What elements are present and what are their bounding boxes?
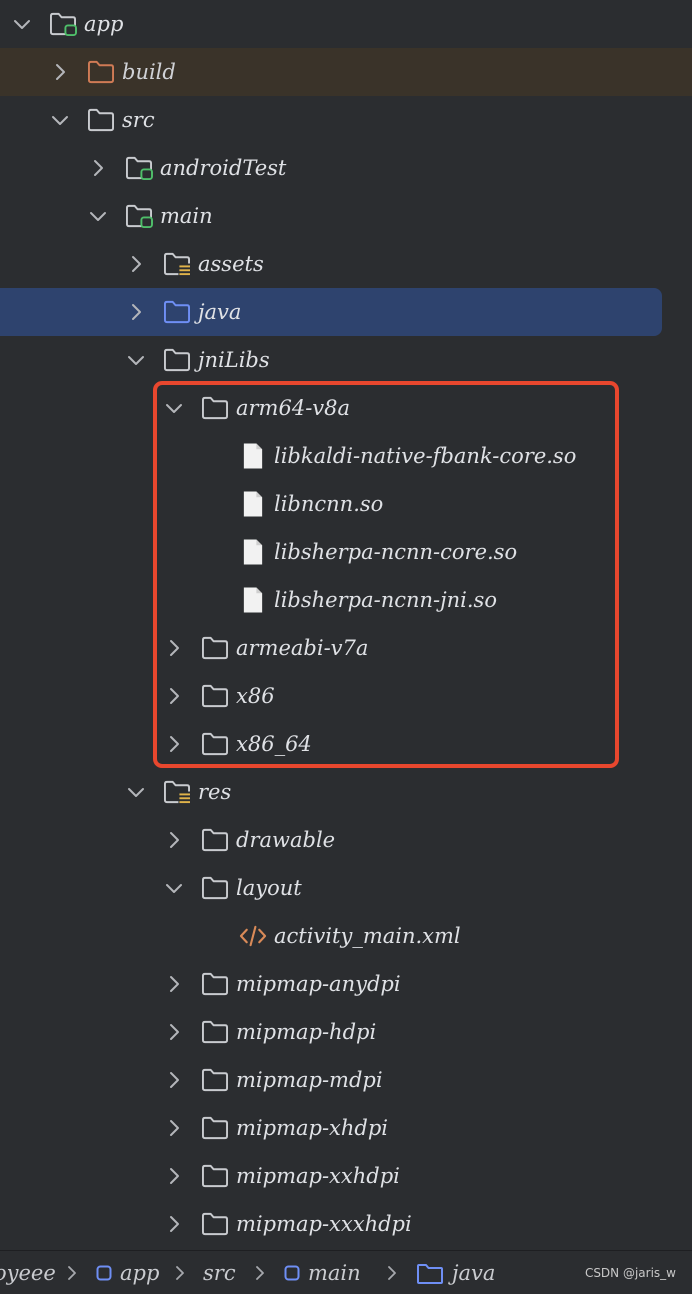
module-folder-icon xyxy=(124,155,154,181)
chevron-down-icon[interactable] xyxy=(50,110,70,130)
folder-icon xyxy=(200,1163,230,1189)
chevron-down-icon[interactable] xyxy=(12,14,32,34)
chevron-right-icon[interactable] xyxy=(164,974,184,994)
tree-item-label: res xyxy=(198,780,232,804)
tree-item-label: jniLibs xyxy=(198,348,270,372)
chevron-right-icon xyxy=(172,1265,188,1281)
source-folder-icon xyxy=(416,1263,444,1285)
tree-item-label: src xyxy=(122,108,155,132)
tree-item-label: main xyxy=(160,204,213,228)
annotation-highlight-box xyxy=(153,381,619,768)
tree-row-mipmap-mdpi[interactable]: mipmap-mdpi xyxy=(0,1056,692,1104)
chevron-right-icon[interactable] xyxy=(164,1022,184,1042)
tree-row-drawable[interactable]: drawable xyxy=(0,816,692,864)
tree-row-mipmap-xhdpi[interactable]: mipmap-xhdpi xyxy=(0,1104,692,1152)
chevron-right-icon[interactable] xyxy=(164,1166,184,1186)
tree-item-label: assets xyxy=(198,252,264,276)
tree-row-layout[interactable]: layout xyxy=(0,864,692,912)
resource-folder-icon xyxy=(162,779,192,805)
chevron-right-icon[interactable] xyxy=(164,1070,184,1090)
tree-row-src[interactable]: src xyxy=(0,96,692,144)
tree-row-res[interactable]: res xyxy=(0,768,692,816)
folder-icon xyxy=(200,827,230,853)
chevron-right-icon[interactable] xyxy=(164,1214,184,1234)
tree-row-mipmap-xxxhdpi[interactable]: mipmap-xxxhdpi xyxy=(0,1200,692,1248)
tree-item-label: build xyxy=(122,60,176,84)
tree-item-label: mipmap-xhdpi xyxy=(236,1116,389,1140)
tree-row-androidtest[interactable]: androidTest xyxy=(0,144,692,192)
tree-row-mipmap-xxhdpi[interactable]: mipmap-xxhdpi xyxy=(0,1152,692,1200)
tree-row-jnilibs[interactable]: jniLibs xyxy=(0,336,692,384)
xml-file-icon xyxy=(238,923,268,949)
tree-row-app[interactable]: app xyxy=(0,0,692,48)
module-folder-icon xyxy=(124,203,154,229)
tree-row-java[interactable]: java xyxy=(0,288,662,336)
chevron-right-icon xyxy=(384,1265,400,1281)
folder-icon xyxy=(86,107,116,133)
tree-item-label: androidTest xyxy=(160,156,287,180)
tree-item-label: mipmap-xxxhdpi xyxy=(236,1212,412,1236)
folder-icon xyxy=(162,347,192,373)
chevron-down-icon[interactable] xyxy=(164,878,184,898)
chevron-right-icon[interactable] xyxy=(50,62,70,82)
module-icon xyxy=(284,1265,300,1281)
excluded-folder-icon xyxy=(86,59,116,85)
tree-item-label: mipmap-anydpi xyxy=(236,972,401,996)
tree-row-main[interactable]: main xyxy=(0,192,692,240)
source-folder-icon xyxy=(162,299,192,325)
chevron-down-icon[interactable] xyxy=(126,350,146,370)
chevron-right-icon[interactable] xyxy=(88,158,108,178)
chevron-down-icon[interactable] xyxy=(126,782,146,802)
folder-icon xyxy=(200,1211,230,1237)
folder-icon xyxy=(200,971,230,997)
chevron-right-icon[interactable] xyxy=(164,1118,184,1138)
tree-item-label: activity_main.xml xyxy=(274,924,461,948)
tree-row-assets[interactable]: assets xyxy=(0,240,692,288)
chevron-down-icon[interactable] xyxy=(88,206,108,226)
tree-row-mipmap-hdpi[interactable]: mipmap-hdpi xyxy=(0,1008,692,1056)
tree-item-label: mipmap-mdpi xyxy=(236,1068,383,1092)
breadcrumb-item-main[interactable]: main xyxy=(308,1251,361,1294)
tree-item-label: mipmap-hdpi xyxy=(236,1020,377,1044)
module-folder-icon xyxy=(48,11,78,37)
tree-item-label: mipmap-xxhdpi xyxy=(236,1164,400,1188)
breadcrumb-item-src[interactable]: src xyxy=(203,1251,236,1294)
chevron-right-icon[interactable] xyxy=(164,830,184,850)
folder-icon xyxy=(200,1019,230,1045)
tree-row-mipmap-anydpi[interactable]: mipmap-anydpi xyxy=(0,960,692,1008)
watermark: CSDN @jaris_w xyxy=(584,1266,676,1280)
chevron-right-icon xyxy=(64,1265,80,1281)
tree-item-label: layout xyxy=(236,876,302,900)
breadcrumb-item-app[interactable]: app xyxy=(120,1251,159,1294)
module-icon xyxy=(96,1265,112,1281)
tree-item-label: java xyxy=(198,300,242,324)
tree-item-label: app xyxy=(84,12,124,36)
breadcrumb-item-project[interactable]: oyeee xyxy=(0,1251,56,1294)
chevron-right-icon[interactable] xyxy=(126,254,146,274)
breadcrumb-item-java[interactable]: java xyxy=(452,1251,495,1294)
folder-icon xyxy=(200,1067,230,1093)
chevron-right-icon xyxy=(252,1265,268,1281)
chevron-right-icon[interactable] xyxy=(126,302,146,322)
tree-row-activity-main-xml[interactable]: activity_main.xml xyxy=(0,912,692,960)
folder-icon xyxy=(200,875,230,901)
tree-item-label: drawable xyxy=(236,828,336,852)
tree-row-build[interactable]: build xyxy=(0,48,692,96)
folder-icon xyxy=(200,1115,230,1141)
resource-folder-icon xyxy=(162,251,192,277)
